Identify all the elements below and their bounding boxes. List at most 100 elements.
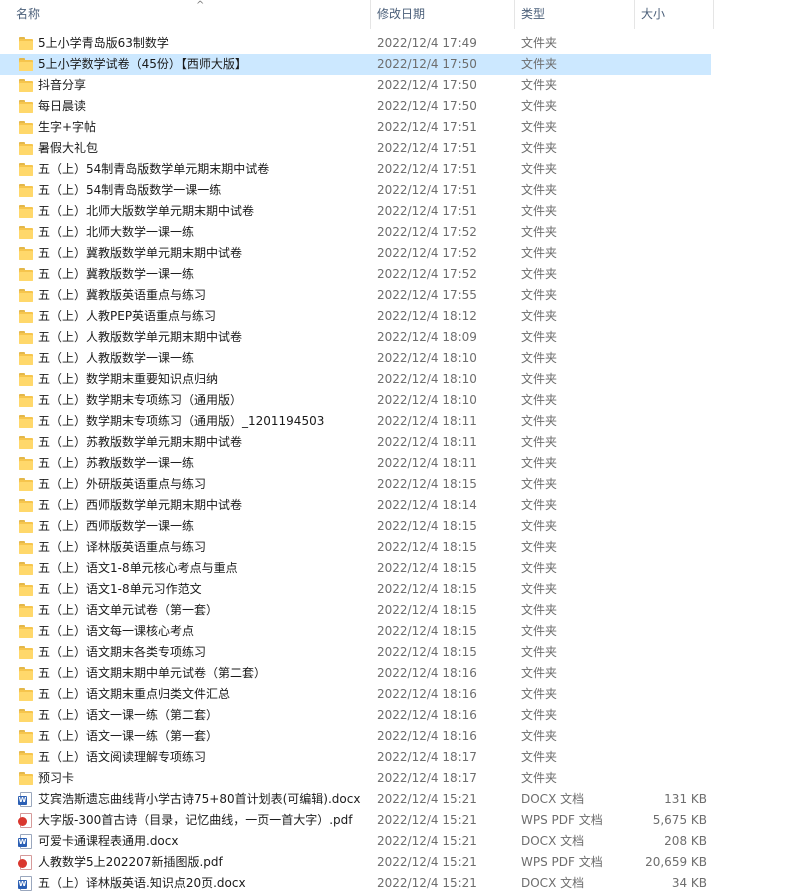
file-modified-date: 2022/12/4 18:16 — [377, 687, 477, 701]
file-row[interactable]: 五（上）数学期末重要知识点归纳 2022/12/4 18:10 文件夹 — [0, 369, 804, 390]
file-row[interactable]: 五（上）语文单元试卷（第一套） 2022/12/4 18:15 文件夹 — [0, 600, 804, 621]
file-row[interactable]: 五（上）人教版数学单元期末期中试卷 2022/12/4 18:09 文件夹 — [0, 327, 804, 348]
file-name: 五（上）数学期末专项练习（通用版）_1201194503 — [38, 414, 325, 428]
file-row[interactable]: 五（上）北师大版数学单元期末期中试卷 2022/12/4 17:51 文件夹 — [0, 201, 804, 222]
file-row[interactable]: 五（上）北师大数学一课一练 2022/12/4 17:52 文件夹 — [0, 222, 804, 243]
file-type: 文件夹 — [521, 225, 558, 239]
file-type: 文件夹 — [521, 99, 558, 113]
docx-icon: W — [18, 876, 34, 891]
file-row[interactable]: 五（上）54制青岛版数学一课一练 2022/12/4 17:51 文件夹 — [0, 180, 804, 201]
file-modified-date: 2022/12/4 18:17 — [377, 771, 477, 785]
file-type: DOCX 文档 — [521, 876, 585, 890]
file-row[interactable]: 五（上）语文一课一练（第一套） 2022/12/4 18:16 文件夹 — [0, 726, 804, 747]
file-row[interactable]: 五（上）苏教版数学一课一练 2022/12/4 18:11 文件夹 — [0, 453, 804, 474]
folder-icon — [18, 288, 34, 303]
file-modified-date: 2022/12/4 17:55 — [377, 288, 477, 302]
file-name: 五（上）54制青岛版数学一课一练 — [38, 183, 222, 197]
file-type: 文件夹 — [521, 750, 558, 764]
file-type: 文件夹 — [521, 57, 558, 71]
file-row[interactable]: 五（上）冀教版数学一课一练 2022/12/4 17:52 文件夹 — [0, 264, 804, 285]
column-header-size[interactable]: 大小 — [635, 0, 713, 29]
file-row[interactable]: 五（上）语文一课一练（第二套） 2022/12/4 18:16 文件夹 — [0, 705, 804, 726]
file-row[interactable]: 五（上）语文阅读理解专项练习 2022/12/4 18:17 文件夹 — [0, 747, 804, 768]
file-modified-date: 2022/12/4 17:52 — [377, 267, 477, 281]
file-modified-date: 2022/12/4 15:21 — [377, 876, 477, 890]
file-row[interactable]: 五（上）人教版数学一课一练 2022/12/4 18:10 文件夹 — [0, 348, 804, 369]
file-row[interactable]: 五（上）冀教版英语重点与练习 2022/12/4 17:55 文件夹 — [0, 285, 804, 306]
file-modified-date: 2022/12/4 17:50 — [377, 57, 477, 71]
column-divider[interactable] — [713, 0, 714, 29]
file-row[interactable]: 每日晨读 2022/12/4 17:50 文件夹 — [0, 96, 804, 117]
file-row[interactable]: 人教数学5上202207新插图版.pdf 2022/12/4 15:21 WPS P… — [0, 852, 804, 873]
file-type: 文件夹 — [521, 771, 558, 785]
file-type: 文件夹 — [521, 561, 558, 575]
file-row[interactable]: 暑假大礼包 2022/12/4 17:51 文件夹 — [0, 138, 804, 159]
file-row[interactable]: 预习卡 2022/12/4 18:17 文件夹 — [0, 768, 804, 789]
file-row[interactable]: 五（上）西师版数学单元期末期中试卷 2022/12/4 18:14 文件夹 — [0, 495, 804, 516]
folder-icon — [18, 351, 34, 366]
column-header-modified[interactable]: 修改日期 — [371, 0, 515, 29]
file-row[interactable]: 五（上）语文期末期中单元试卷（第二套） 2022/12/4 18:16 文件夹 — [0, 663, 804, 684]
file-row[interactable]: 五（上）西师版数学一课一练 2022/12/4 18:15 文件夹 — [0, 516, 804, 537]
file-type: 文件夹 — [521, 708, 558, 722]
file-modified-date: 2022/12/4 18:15 — [377, 645, 477, 659]
file-size: 131 KB — [664, 792, 707, 806]
file-type: 文件夹 — [521, 519, 558, 533]
folder-icon — [18, 393, 34, 408]
file-row[interactable]: 五（上）冀教版数学单元期末期中试卷 2022/12/4 17:52 文件夹 — [0, 243, 804, 264]
file-modified-date: 2022/12/4 18:15 — [377, 540, 477, 554]
file-row[interactable]: 五（上）语文1-8单元习作范文 2022/12/4 18:15 文件夹 — [0, 579, 804, 600]
file-type: 文件夹 — [521, 624, 558, 638]
file-name: 五（上）54制青岛版数学单元期末期中试卷 — [38, 162, 270, 176]
sort-ascending-icon: ^ — [196, 0, 205, 11]
file-row[interactable]: 五（上）语文期末重点归类文件汇总 2022/12/4 18:16 文件夹 — [0, 684, 804, 705]
file-row[interactable]: W 可爱卡通课程表通用.docx 2022/12/4 15:21 DOCX 文档 208… — [0, 831, 804, 852]
file-row[interactable]: 五（上）人教PEP英语重点与练习 2022/12/4 18:12 文件夹 — [0, 306, 804, 327]
file-row[interactable]: 五（上）语文期末各类专项练习 2022/12/4 18:15 文件夹 — [0, 642, 804, 663]
file-row[interactable]: 五（上）语文1-8单元核心考点与重点 2022/12/4 18:15 文件夹 — [0, 558, 804, 579]
file-type: 文件夹 — [521, 645, 558, 659]
file-row[interactable]: 抖音分享 2022/12/4 17:50 文件夹 — [0, 75, 804, 96]
file-row[interactable]: 5上小学青岛版63制数学 2022/12/4 17:49 文件夹 — [0, 33, 804, 54]
file-row[interactable]: 五（上）译林版英语重点与练习 2022/12/4 18:15 文件夹 — [0, 537, 804, 558]
file-row[interactable]: 5上小学数学试卷（45份）【西师大版】 2022/12/4 17:50 文件夹 — [0, 54, 711, 75]
file-name: 五（上）语文1-8单元核心考点与重点 — [38, 561, 238, 575]
folder-icon — [18, 540, 34, 555]
file-row[interactable]: 五（上）外研版英语重点与练习 2022/12/4 18:15 文件夹 — [0, 474, 804, 495]
file-name: 五（上）数学期末重要知识点归纳 — [38, 372, 219, 386]
folder-icon — [18, 477, 34, 492]
column-header-type[interactable]: 类型 — [515, 0, 635, 29]
file-row[interactable]: 大字版-300首古诗（目录，记忆曲线，一页一首大字）.pdf 2022/12/4 … — [0, 810, 804, 831]
file-name: 五（上）冀教版数学一课一练 — [38, 267, 195, 281]
file-row[interactable]: W 五（上）译林版英语.知识点20页.docx 2022/12/4 15:21 DOC… — [0, 873, 804, 894]
folder-icon — [18, 708, 34, 723]
folder-icon — [18, 729, 34, 744]
file-type: 文件夹 — [521, 582, 558, 596]
folder-icon — [18, 750, 34, 765]
file-row[interactable]: 五（上）数学期末专项练习（通用版）_1201194503 2022/12/4 18… — [0, 411, 804, 432]
file-modified-date: 2022/12/4 17:52 — [377, 225, 477, 239]
file-size: 208 KB — [664, 834, 707, 848]
pdf-icon — [18, 813, 34, 828]
file-row[interactable]: 五（上）数学期末专项练习（通用版） 2022/12/4 18:10 文件夹 — [0, 390, 804, 411]
file-row[interactable]: W 艾宾浩斯遗忘曲线背小学古诗75+80首计划表(可编辑).docx 2022/12… — [0, 789, 804, 810]
folder-icon — [18, 624, 34, 639]
file-modified-date: 2022/12/4 17:50 — [377, 78, 477, 92]
file-modified-date: 2022/12/4 15:21 — [377, 855, 477, 869]
column-header-name[interactable]: 名称 ^ — [10, 0, 370, 29]
folder-icon — [18, 645, 34, 660]
folder-icon — [18, 246, 34, 261]
file-row[interactable]: 五（上）54制青岛版数学单元期末期中试卷 2022/12/4 17:51 文件夹 — [0, 159, 804, 180]
file-name: 五（上）译林版英语重点与练习 — [38, 540, 207, 554]
file-type: 文件夹 — [521, 183, 558, 197]
file-modified-date: 2022/12/4 18:15 — [377, 603, 477, 617]
file-modified-date: 2022/12/4 17:50 — [377, 99, 477, 113]
file-modified-date: 2022/12/4 18:11 — [377, 414, 477, 428]
file-row[interactable]: 五（上）语文每一课核心考点 2022/12/4 18:15 文件夹 — [0, 621, 804, 642]
file-type: WPS PDF 文档 — [521, 813, 603, 827]
file-modified-date: 2022/12/4 18:15 — [377, 561, 477, 575]
file-row[interactable]: 五（上）苏教版数学单元期末期中试卷 2022/12/4 18:11 文件夹 — [0, 432, 804, 453]
file-row[interactable]: 生字+字帖 2022/12/4 17:51 文件夹 — [0, 117, 804, 138]
folder-icon — [18, 666, 34, 681]
file-modified-date: 2022/12/4 18:10 — [377, 351, 477, 365]
